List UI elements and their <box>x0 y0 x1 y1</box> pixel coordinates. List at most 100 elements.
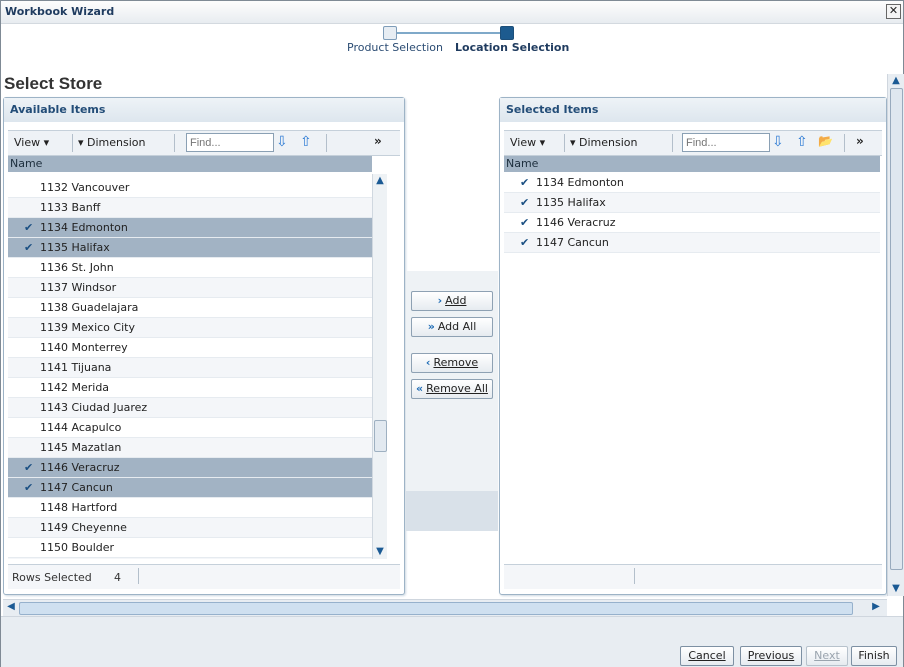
page-vertical-scrollbar[interactable]: ▲ ▼ <box>887 74 904 596</box>
toolbar-separator <box>174 134 175 152</box>
scroll-thumb[interactable] <box>890 88 903 570</box>
list-item[interactable]: ✔ 1146 Veracruz <box>504 213 880 233</box>
list-item-label: 1147 Cancun <box>40 481 113 494</box>
list-item[interactable]: ✔ 1134 Edmonton <box>504 173 880 193</box>
chevron-right-icon: › <box>437 294 443 307</box>
list-item-label: 1143 Ciudad Juarez <box>40 401 148 414</box>
available-items-title: Available Items <box>10 103 106 116</box>
selected-items-list: ✔ 1134 Edmonton ✔ 1135 Halifax ✔ 1146 Veracru… <box>504 173 880 253</box>
status-separator <box>138 568 139 584</box>
toolbar-separator <box>72 134 73 152</box>
list-item[interactable]: ✔ 1134 Edmonton <box>8 218 372 238</box>
workbook-wizard-window: Workbook Wizard ✕ Product Selection Loca… <box>0 0 904 667</box>
next-button: Next <box>806 646 848 666</box>
selected-column-header-name[interactable]: Name <box>504 156 880 172</box>
list-item-label: 1146 Veracruz <box>536 216 616 229</box>
dimension-label: Dimension <box>579 136 638 149</box>
list-item-label: 1140 Monterrey <box>40 341 128 354</box>
toolbar-separator <box>326 134 327 152</box>
list-item-label: 1146 Veracruz <box>40 461 120 474</box>
list-item-label: 1133 Banff <box>40 201 101 214</box>
scroll-left-icon[interactable]: ◀ <box>4 600 18 614</box>
list-item[interactable]: ✔ 1147 Cancun <box>504 233 880 253</box>
list-item[interactable]: 1132 Vancouver <box>8 178 372 198</box>
remove-all-button[interactable]: «Remove All <box>411 379 493 399</box>
list-item[interactable]: 1145 Mazatlan <box>8 438 372 458</box>
double-chevron-right-icon: » <box>427 320 435 333</box>
remove-button[interactable]: ‹ Remove <box>411 353 493 373</box>
available-column-header-name[interactable]: Name <box>8 156 372 172</box>
scroll-right-icon[interactable]: ▶ <box>869 600 883 614</box>
list-item[interactable]: 1137 Windsor <box>8 278 372 298</box>
scroll-thumb[interactable] <box>374 420 387 452</box>
list-item[interactable]: 1143 Ciudad Juarez <box>8 398 372 418</box>
add-button[interactable]: › Add <box>411 291 493 311</box>
toolbar-overflow-button[interactable]: » <box>374 134 382 148</box>
list-item[interactable]: ✔ 1147 Cancun <box>8 478 372 498</box>
status-separator <box>634 568 635 584</box>
selected-toolbar: View ▾ ▾ Dimension ⇩ ⇧ 📂 » <box>504 130 882 156</box>
list-item-label: 1135 Halifax <box>536 196 606 209</box>
list-item[interactable]: 1133 Banff <box>8 198 372 218</box>
cancel-button[interactable]: Cancel <box>680 646 734 666</box>
add-all-label: Add All <box>437 320 477 333</box>
title-bar: Workbook Wizard ✕ <box>1 1 903 24</box>
list-item[interactable]: 1142 Merida <box>8 378 372 398</box>
scroll-up-icon[interactable]: ▲ <box>373 174 387 188</box>
scroll-up-icon[interactable]: ▲ <box>889 74 903 88</box>
list-item[interactable]: 1151 Vail <box>8 558 372 559</box>
chevron-left-icon: ‹ <box>425 356 431 369</box>
scroll-down-icon[interactable]: ▼ <box>889 582 903 596</box>
list-item-label: 1145 Mazatlan <box>40 441 122 454</box>
move-down-icon[interactable]: ⇩ <box>772 134 784 150</box>
page-horizontal-scrollbar[interactable]: ◀ ▶ <box>3 599 887 616</box>
check-icon: ✔ <box>520 196 530 209</box>
available-vertical-scrollbar[interactable]: ▲ ▼ <box>372 174 387 559</box>
train-stop-product-selection[interactable] <box>383 26 397 40</box>
move-down-icon[interactable]: ⇩ <box>276 134 288 150</box>
list-item-label: 1137 Windsor <box>40 281 117 294</box>
window-title: Workbook Wizard <box>5 5 115 18</box>
train-label-location-selection: Location Selection <box>455 41 570 54</box>
view-menu[interactable]: View ▾ <box>14 136 49 149</box>
view-menu[interactable]: View ▾ <box>510 136 545 149</box>
scroll-down-icon[interactable]: ▼ <box>373 545 387 559</box>
close-icon[interactable]: ✕ <box>886 4 901 19</box>
list-item[interactable]: 1149 Cheyenne <box>8 518 372 538</box>
available-items-header: Available Items <box>4 98 404 122</box>
double-chevron-left-icon: « <box>416 382 424 395</box>
dimension-menu[interactable]: ▾ Dimension <box>78 136 146 149</box>
toolbar-separator <box>672 134 673 152</box>
list-item-label: 1136 St. John <box>40 261 114 274</box>
list-item[interactable]: 1136 St. John <box>8 258 372 278</box>
list-item-label: 1147 Cancun <box>536 236 609 249</box>
folder-icon[interactable]: 📂 <box>818 134 833 148</box>
list-item[interactable]: 1144 Acapulco <box>8 418 372 438</box>
list-item[interactable]: ✔ 1146 Veracruz <box>8 458 372 478</box>
add-all-button[interactable]: » Add All <box>411 317 493 337</box>
list-item[interactable]: 1140 Monterrey <box>8 338 372 358</box>
list-item[interactable]: 1139 Mexico City <box>8 318 372 338</box>
find-input[interactable] <box>682 133 770 152</box>
finish-button[interactable]: Finish <box>851 646 897 666</box>
train-stop-location-selection <box>500 26 514 40</box>
previous-button[interactable]: Previous <box>740 646 802 666</box>
list-item[interactable]: 1138 Guadelajara <box>8 298 372 318</box>
selected-status-bar <box>504 564 882 589</box>
list-item[interactable]: ✔ 1135 Halifax <box>504 193 880 213</box>
list-item[interactable]: 1141 Tijuana <box>8 358 372 378</box>
list-item[interactable]: ✔ 1135 Halifax <box>8 238 372 258</box>
find-input[interactable] <box>186 133 274 152</box>
page-title: Select Store <box>4 74 103 93</box>
list-item-label: 1148 Hartford <box>40 501 118 514</box>
list-item[interactable]: 1148 Hartford <box>8 498 372 518</box>
finish-label: Finish <box>858 649 890 662</box>
move-up-icon[interactable]: ⇧ <box>300 134 312 150</box>
dimension-menu[interactable]: ▾ Dimension <box>570 136 638 149</box>
available-status-bar: Rows Selected 4 <box>8 564 400 589</box>
toolbar-overflow-button[interactable]: » <box>856 134 864 148</box>
scroll-thumb[interactable] <box>19 602 853 615</box>
list-item[interactable]: 1150 Boulder <box>8 538 372 558</box>
move-up-icon[interactable]: ⇧ <box>796 134 808 150</box>
train-label-product-selection[interactable]: Product Selection <box>347 41 443 54</box>
